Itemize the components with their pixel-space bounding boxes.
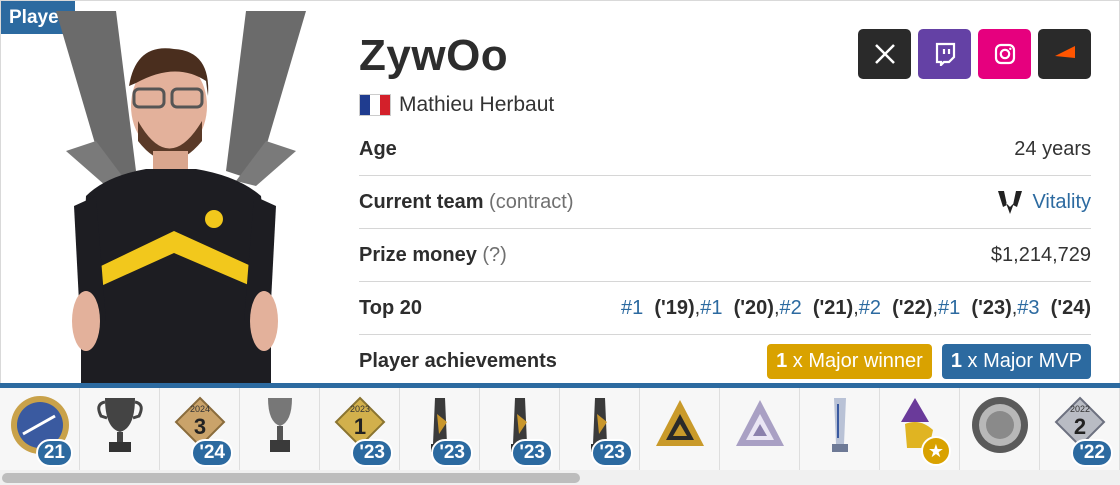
top20-year: ('20)	[733, 296, 774, 319]
blast-silver-icon	[735, 400, 784, 446]
x-button[interactable]	[858, 29, 911, 79]
instagram-button[interactable]	[978, 29, 1031, 79]
current-team-value[interactable]: Vitality	[996, 189, 1091, 215]
achievements-label: Player achievements	[359, 349, 557, 372]
achievement-item[interactable]: 21	[0, 388, 80, 470]
major-mvp-badge[interactable]: 1 x Major MVP	[941, 343, 1091, 379]
prize-help-link[interactable]: (?)	[482, 244, 506, 266]
achievement-badge: '23	[431, 439, 473, 467]
achievement-badges: 1 x Major winner 1 x Major MVP	[757, 343, 1091, 379]
top20-label: Top 20	[359, 296, 422, 319]
horizontal-scrollbar[interactable]	[0, 470, 1120, 485]
top20-rank[interactable]: #2	[859, 297, 881, 320]
top20-year: ('23)	[971, 296, 1012, 319]
top20-rank[interactable]: #1	[938, 297, 960, 320]
blast-gold-icon	[655, 400, 704, 446]
top20-rank[interactable]: #1	[621, 297, 643, 320]
team-link[interactable]: Vitality	[1032, 191, 1091, 214]
achievement-item[interactable]	[240, 388, 320, 470]
france-flag-icon	[359, 94, 391, 116]
current-team-label: Current team (contract)	[359, 190, 574, 213]
player-real-name: Mathieu Herbaut	[359, 93, 554, 117]
achievement-badge: '22	[1071, 439, 1113, 467]
achievement-item[interactable]	[800, 388, 880, 470]
cup-icon	[267, 398, 292, 452]
achievement-item[interactable]	[80, 388, 160, 470]
achievement-badge: 21	[35, 439, 73, 467]
player-info-table: Age 24 years Current team (contract) Vit…	[359, 123, 1091, 387]
player-card: Player ZywOo Mathieu Herbaut Age 24 year…	[0, 0, 1120, 384]
prize-money-row: Prize money (?) $1,214,729	[359, 229, 1091, 282]
pillar-icon	[831, 398, 848, 452]
scrollbar-thumb[interactable]	[2, 473, 580, 483]
achievement-badge: '23	[591, 439, 633, 467]
top20-year: ('24)	[1050, 296, 1091, 319]
achievement-item[interactable]: '23	[480, 388, 560, 470]
star-icon: ★	[921, 436, 951, 466]
achievement-item[interactable]: 2023 1 '23	[320, 388, 400, 470]
prize-money-label: Prize money (?)	[359, 243, 507, 266]
player-photo	[56, 11, 306, 384]
achievements-row: Player achievements 1 x Major winner 1 x…	[359, 335, 1091, 387]
achievement-item[interactable]	[720, 388, 800, 470]
trophy-icon	[96, 398, 143, 452]
current-team-row: Current team (contract) Vitality	[359, 176, 1091, 229]
top20-rank[interactable]: #1	[700, 297, 722, 320]
faceit-button[interactable]	[1038, 29, 1091, 79]
instagram-icon	[994, 43, 1015, 65]
svg-text:2: 2	[1073, 414, 1085, 439]
prize-money-value: $1,214,729	[990, 243, 1091, 266]
top20-year: ('22)	[892, 296, 933, 319]
achievement-badge: '23	[511, 439, 553, 467]
top20-year: ('19)	[654, 296, 695, 319]
age-value: 24 years	[1014, 137, 1091, 160]
contract-note: (contract)	[489, 190, 574, 213]
age-label: Age	[359, 137, 397, 160]
achievement-item[interactable]: 2024 3 '24	[160, 388, 240, 470]
player-nickname: ZywOo	[359, 31, 509, 80]
medal-icon	[971, 397, 1028, 453]
svg-text:2024: 2024	[189, 404, 209, 414]
faceit-icon	[1054, 46, 1075, 58]
top20-row: Top 20 #1 ('19), #1 ('20), #2 ('21), #2 …	[359, 282, 1091, 335]
achievement-item[interactable]: ★	[880, 388, 960, 470]
vitality-logo-icon	[998, 191, 1023, 214]
achievement-item[interactable]	[640, 388, 720, 470]
major-winner-badge[interactable]: 1 x Major winner	[767, 343, 932, 379]
achievement-badge: '24	[191, 439, 233, 467]
svg-text:2022: 2022	[1069, 404, 1089, 414]
achievement-item[interactable]: '23	[560, 388, 640, 470]
svg-text:2023: 2023	[349, 404, 369, 414]
x-icon	[874, 44, 895, 64]
achievement-item[interactable]: '23	[400, 388, 480, 470]
achievement-item[interactable]: 2022 2 '22	[1040, 388, 1120, 470]
top20-rank[interactable]: #3	[1017, 297, 1039, 320]
twitch-icon	[935, 42, 955, 66]
svg-text:3: 3	[193, 414, 205, 439]
achievement-item[interactable]	[960, 388, 1040, 470]
twitch-button[interactable]	[918, 29, 971, 79]
social-links	[858, 29, 1091, 79]
age-row: Age 24 years	[359, 123, 1091, 176]
achievement-badge: '23	[351, 439, 393, 467]
top20-list: #1 ('19), #1 ('20), #2 ('21), #2 ('22), …	[620, 296, 1091, 320]
top20-rank[interactable]: #2	[780, 297, 802, 320]
svg-text:1: 1	[353, 414, 365, 439]
achievements-strip: 21 2024 3 '24 2023 1 '23 '23 '23 '23 ★ 2…	[0, 383, 1120, 470]
top20-year: ('21)	[812, 296, 854, 319]
real-name-text: Mathieu Herbaut	[399, 93, 555, 116]
